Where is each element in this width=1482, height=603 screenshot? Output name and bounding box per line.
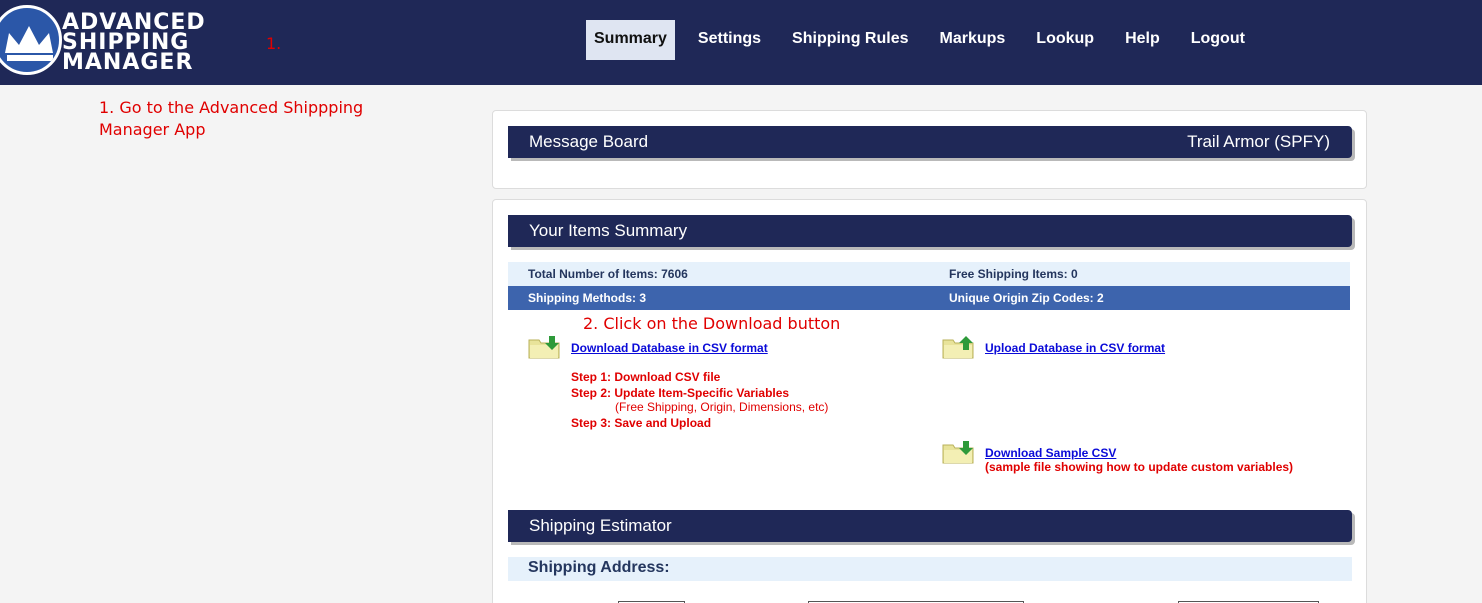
app-logo-text: ADVANCED SHIPPING MANAGER: [62, 12, 206, 75]
items-summary-title: Your Items Summary: [529, 221, 688, 240]
annotation-step-2: 2. Click on the Download button: [583, 314, 841, 333]
top-navigation-bar: ADVANCED SHIPPING MANAGER 1. Summary Set…: [0, 0, 1482, 85]
annotation-step-1: 1. Go to the Advanced Shippping Manager …: [99, 98, 364, 139]
items-summary-header: Your Items Summary: [508, 215, 1352, 247]
download-folder-icon[interactable]: [528, 335, 560, 359]
items-summary-card: Your Items Summary Total Number of Items…: [492, 199, 1367, 603]
step-3-text: Step 3: Save and Upload: [571, 416, 712, 430]
logo-line-3: MANAGER: [62, 50, 194, 75]
nav-markups[interactable]: Markups: [932, 20, 1014, 60]
shipping-estimator-title: Shipping Estimator: [529, 516, 672, 535]
summary-row-2: Shipping Methods: 3 Unique Origin Zip Co…: [508, 286, 1350, 310]
nav-shipping-rules[interactable]: Shipping Rules: [784, 20, 916, 60]
nav-summary[interactable]: Summary: [586, 20, 675, 60]
nav-lookup[interactable]: Lookup: [1028, 20, 1102, 60]
download-sample-csv-link[interactable]: Download Sample CSV: [985, 446, 1116, 460]
main-nav: Summary Settings Shipping Rules Markups …: [586, 20, 1268, 60]
upload-folder-icon[interactable]: [942, 335, 974, 359]
shipping-estimator-header: Shipping Estimator: [508, 510, 1352, 542]
upload-csv-link[interactable]: Upload Database in CSV format: [985, 341, 1165, 355]
total-items: Total Number of Items: 7606: [528, 267, 688, 281]
annotation-step-number: 1.: [266, 34, 282, 53]
sample-folder-icon[interactable]: [942, 440, 974, 464]
step-1-text: Step 1: Download CSV file: [571, 370, 721, 384]
crown-logo-icon[interactable]: [0, 5, 62, 75]
shipping-address-label: Shipping Address:: [508, 557, 1352, 581]
sample-csv-note: (sample file showing how to update custo…: [985, 460, 1294, 474]
step-2-note: (Free Shipping, Origin, Dimensions, etc): [615, 400, 829, 414]
shipping-methods: Shipping Methods: 3: [528, 291, 646, 305]
store-name: Trail Armor (SPFY): [1187, 132, 1330, 151]
nav-help[interactable]: Help: [1117, 20, 1168, 60]
message-board-title: Message Board: [529, 132, 649, 151]
download-csv-link[interactable]: Download Database in CSV format: [571, 341, 768, 355]
message-board-header: Message Board Trail Armor (SPFY): [508, 126, 1352, 158]
step-2-text: Step 2: Update Item-Specific Variables: [571, 386, 790, 400]
summary-row-1: Total Number of Items: 7606 Free Shippin…: [508, 262, 1350, 286]
free-shipping-items: Free Shipping Items: 0: [949, 267, 1078, 281]
origin-zip-codes: Unique Origin Zip Codes: 2: [949, 291, 1104, 305]
nav-settings[interactable]: Settings: [690, 20, 769, 60]
message-board-card: Message Board Trail Armor (SPFY): [492, 110, 1367, 189]
nav-logout[interactable]: Logout: [1183, 20, 1253, 60]
